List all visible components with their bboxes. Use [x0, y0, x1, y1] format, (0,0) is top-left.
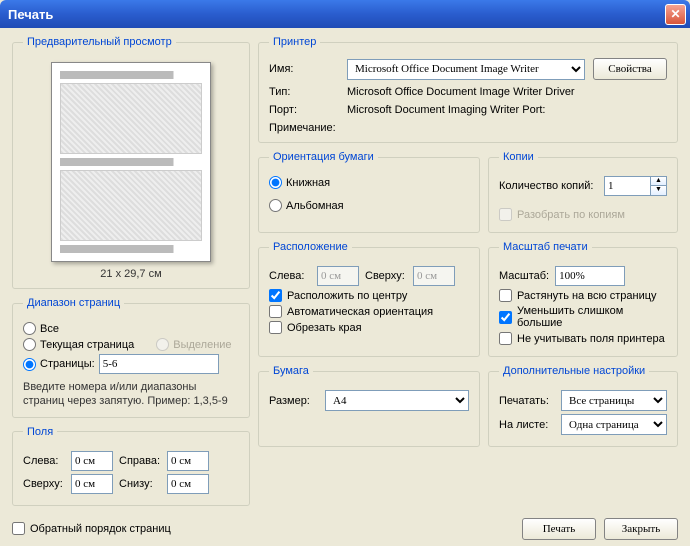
- range-group: Диапазон страниц Все Текущая страница Вы…: [12, 297, 250, 418]
- layout-center-checkbox[interactable]: [269, 289, 282, 302]
- scale-ignore-checkbox[interactable]: [499, 332, 512, 345]
- paper-size-label: Размер:: [269, 395, 319, 407]
- margins-group: Поля Слева: Справа: Сверху: Снизу:: [12, 426, 250, 506]
- paper-group: Бумага Размер: A4: [258, 365, 480, 447]
- printer-name-label: Имя:: [269, 63, 339, 75]
- layout-center-label[interactable]: Расположить по центру: [287, 290, 407, 302]
- printer-properties-button[interactable]: Свойства: [593, 58, 667, 80]
- orient-portrait-radio[interactable]: [269, 176, 282, 189]
- layout-auto-checkbox[interactable]: [269, 305, 282, 318]
- orientation-legend: Ориентация бумаги: [269, 151, 378, 163]
- layout-top-input: [413, 266, 455, 286]
- margins-legend: Поля: [23, 426, 57, 438]
- scale-fit-checkbox[interactable]: [499, 289, 512, 302]
- close-button[interactable]: Закрыть: [604, 518, 678, 540]
- margin-left-label: Слева:: [23, 455, 65, 467]
- extra-print-select[interactable]: Все страницы: [561, 390, 667, 411]
- margin-bottom-input[interactable]: [167, 474, 209, 494]
- printer-type-label: Тип:: [269, 86, 339, 98]
- copies-group: Копии Количество копий: ▲▼ Разобрать по …: [488, 151, 678, 233]
- margin-top-label: Сверху:: [23, 478, 65, 490]
- preview-legend: Предварительный просмотр: [23, 36, 176, 48]
- extra-sheet-label: На листе:: [499, 419, 555, 431]
- scale-legend: Масштаб печати: [499, 241, 592, 253]
- layout-left-label: Слева:: [269, 270, 311, 282]
- scale-ignore-label[interactable]: Не учитывать поля принтера: [517, 333, 665, 345]
- range-pages-input[interactable]: [99, 354, 219, 374]
- titlebar: Печать ✕: [0, 0, 690, 28]
- margin-right-input[interactable]: [167, 451, 209, 471]
- range-current-radio[interactable]: [23, 338, 36, 351]
- range-pages-label[interactable]: Страницы:: [40, 358, 95, 370]
- range-legend: Диапазон страниц: [23, 297, 124, 309]
- printer-port-value: Microsoft Document Imaging Writer Port:: [347, 104, 667, 116]
- scale-shrink-label[interactable]: Уменьшить слишком большие: [517, 305, 667, 329]
- margin-bottom-label: Снизу:: [119, 478, 161, 490]
- layout-group: Расположение Слева: Сверху: Расположить …: [258, 241, 480, 357]
- preview-caption: 21 x 29,7 см: [23, 268, 239, 280]
- preview-group: Предварительный просмотр 21 x 29,7 см: [12, 36, 250, 289]
- margin-top-input[interactable]: [71, 474, 113, 494]
- printer-name-select[interactable]: Microsoft Office Document Image Writer: [347, 59, 585, 80]
- preview-image: [51, 62, 211, 262]
- extra-legend: Дополнительные настройки: [499, 365, 649, 377]
- orient-landscape-label[interactable]: Альбомная: [286, 200, 344, 212]
- range-hint: Введите номера и/или диапазоны страниц ч…: [23, 380, 239, 409]
- layout-crop-label[interactable]: Обрезать края: [287, 322, 362, 334]
- extra-print-label: Печатать:: [499, 395, 555, 407]
- scale-shrink-checkbox[interactable]: [499, 311, 512, 324]
- range-selection-radio: [156, 338, 169, 351]
- printer-legend: Принтер: [269, 36, 320, 48]
- copies-spinner[interactable]: ▲▼: [650, 176, 667, 196]
- extra-group: Дополнительные настройки Печатать: Все с…: [488, 365, 678, 447]
- scale-group: Масштаб печати Масштаб: Растянуть на всю…: [488, 241, 678, 357]
- orientation-group: Ориентация бумаги Книжная Альбомная: [258, 151, 480, 233]
- printer-type-value: Microsoft Office Document Image Writer D…: [347, 86, 667, 98]
- range-pages-radio[interactable]: [23, 358, 36, 371]
- reverse-order-checkbox[interactable]: [12, 522, 25, 535]
- scale-input[interactable]: [555, 266, 625, 286]
- layout-top-label: Сверху:: [365, 270, 407, 282]
- layout-auto-label[interactable]: Автоматическая ориентация: [287, 306, 433, 318]
- layout-left-input: [317, 266, 359, 286]
- scale-label: Масштаб:: [499, 270, 549, 282]
- orient-landscape-radio[interactable]: [269, 199, 282, 212]
- printer-note-label: Примечание:: [269, 122, 339, 134]
- layout-legend: Расположение: [269, 241, 352, 253]
- copies-collate-label: Разобрать по копиям: [517, 209, 625, 221]
- copies-count-input[interactable]: [604, 176, 650, 196]
- margin-right-label: Справа:: [119, 455, 161, 467]
- window-title: Печать: [4, 7, 665, 22]
- range-all-radio[interactable]: [23, 322, 36, 335]
- paper-size-select[interactable]: A4: [325, 390, 469, 411]
- orient-portrait-label[interactable]: Книжная: [286, 177, 330, 189]
- range-all-label[interactable]: Все: [40, 323, 59, 335]
- printer-group: Принтер Имя: Microsoft Office Document I…: [258, 36, 678, 143]
- paper-legend: Бумага: [269, 365, 313, 377]
- reverse-order-label[interactable]: Обратный порядок страниц: [30, 523, 171, 535]
- copies-collate-checkbox: [499, 208, 512, 221]
- scale-fit-label[interactable]: Растянуть на всю страницу: [517, 290, 657, 302]
- extra-sheet-select[interactable]: Одна страница: [561, 414, 667, 435]
- copies-legend: Копии: [499, 151, 538, 163]
- layout-crop-checkbox[interactable]: [269, 321, 282, 334]
- range-current-label[interactable]: Текущая страница: [40, 339, 134, 351]
- close-icon[interactable]: ✕: [665, 4, 686, 25]
- printer-port-label: Порт:: [269, 104, 339, 116]
- range-selection-label: Выделение: [173, 339, 231, 351]
- print-button[interactable]: Печать: [522, 518, 596, 540]
- margin-left-input[interactable]: [71, 451, 113, 471]
- copies-count-label: Количество копий:: [499, 180, 598, 192]
